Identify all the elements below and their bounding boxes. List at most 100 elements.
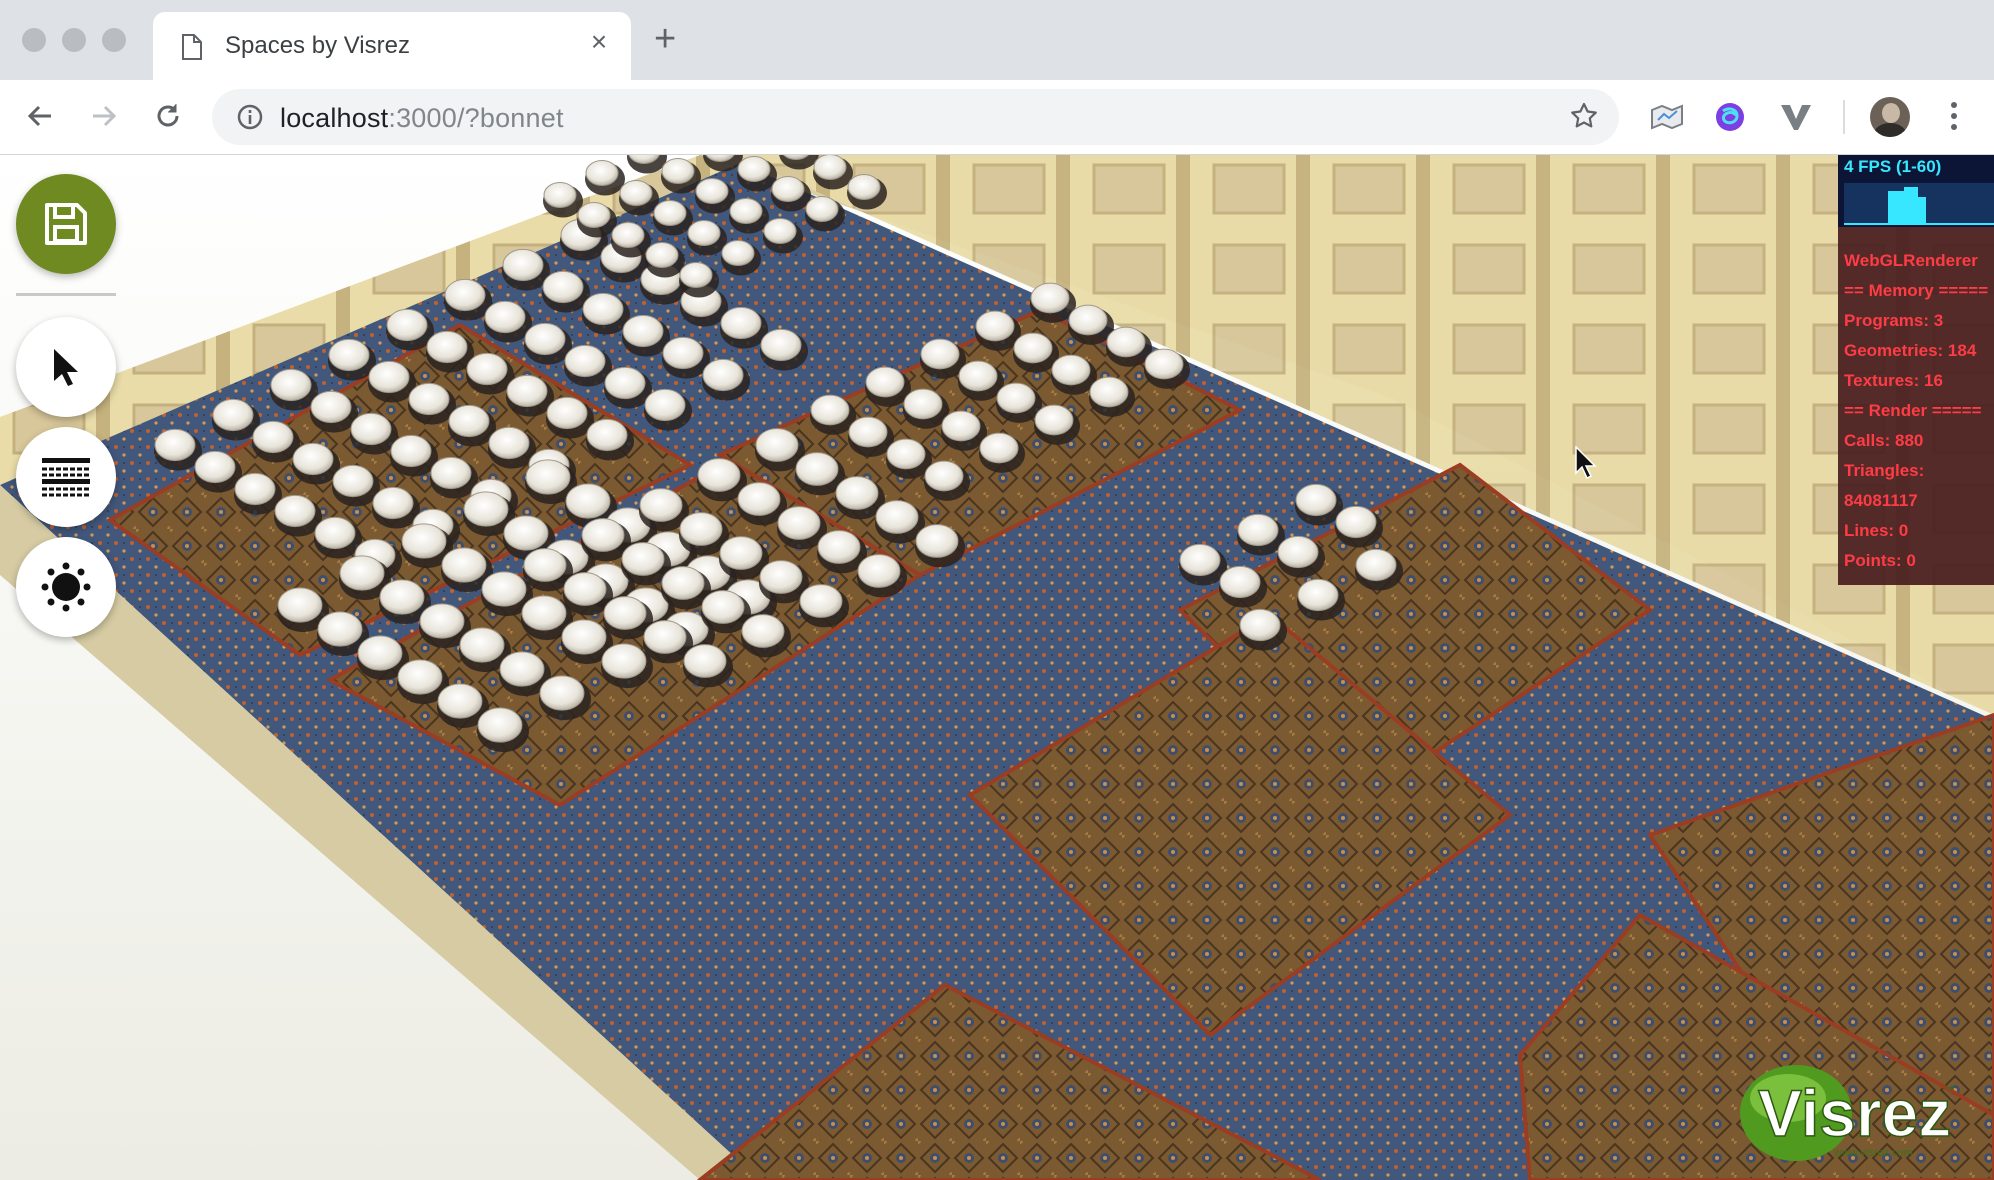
tab-title: Spaces by Visrez — [225, 32, 410, 59]
renderer-stats-panel[interactable]: 4 FPS (1-60) WebGLRenderer == Memory ===… — [1838, 155, 1994, 585]
banquet-table — [270, 368, 312, 402]
calls-stat: Calls: 880 — [1844, 431, 1924, 450]
banquet-table — [586, 418, 628, 452]
spectrum-extension-icon[interactable] — [1710, 97, 1750, 137]
banquet-table — [524, 322, 566, 356]
banquet-table — [683, 644, 727, 678]
banquet-table — [760, 328, 802, 362]
points-stat: Points: 0 — [1844, 551, 1916, 570]
banquet-table — [390, 434, 432, 468]
new-tab-button[interactable]: + — [654, 20, 676, 58]
select-tool-button[interactable] — [16, 317, 116, 417]
banquet-table — [477, 707, 523, 743]
banquet-table — [466, 352, 508, 386]
banquet-table — [542, 270, 584, 304]
banquet-table — [810, 394, 850, 426]
banquet-table — [1030, 282, 1070, 314]
3d-viewport[interactable]: 4 FPS (1-60) WebGLRenderer == Memory ===… — [0, 155, 1994, 1180]
banquet-table — [1277, 535, 1319, 569]
address-bar[interactable]: localhost:3000/?bonnet — [212, 89, 1619, 145]
reload-button[interactable] — [148, 96, 188, 136]
banquet-table — [1355, 548, 1397, 582]
logo-wordmark: Visrez — [1758, 1076, 1951, 1150]
tab-close-button[interactable]: × — [583, 28, 615, 56]
seating-layout-button[interactable] — [16, 427, 116, 527]
url-host: localhost — [280, 103, 389, 133]
banquet-table — [585, 160, 619, 186]
minimize-window-button[interactable] — [62, 28, 86, 52]
banquet-table — [702, 358, 744, 392]
banquet-table — [611, 222, 645, 248]
banquet-table — [763, 218, 797, 244]
banquet-table — [799, 584, 843, 618]
textures-stat: Textures: 16 — [1844, 371, 1943, 390]
banquet-table — [350, 412, 392, 446]
banquet-table — [813, 155, 847, 180]
toolbar-separator — [1843, 100, 1845, 134]
banquet-table — [737, 156, 771, 182]
logo-tm: ™ — [1943, 1083, 1955, 1097]
tab-strip: Spaces by Visrez × + — [0, 0, 1994, 80]
bookmark-star-icon[interactable] — [1569, 101, 1599, 136]
banquet-table — [996, 382, 1036, 414]
banquet-table — [661, 158, 695, 184]
banquet-table — [277, 587, 323, 623]
banquet-table — [687, 220, 721, 246]
banquet-table — [1034, 404, 1074, 436]
banquet-table — [1051, 354, 1091, 386]
banquet-table — [701, 590, 745, 624]
map-extension-icon[interactable] — [1647, 97, 1687, 137]
banquet-table — [1144, 348, 1184, 380]
back-button[interactable] — [20, 96, 60, 136]
url-text[interactable]: localhost:3000/?bonnet — [280, 103, 564, 134]
banquet-table — [662, 336, 704, 370]
banquet-table — [582, 292, 624, 326]
maximize-window-button[interactable] — [102, 28, 126, 52]
banquet-table — [310, 390, 352, 424]
banquet-table — [777, 506, 821, 540]
fps-graph — [1844, 183, 1994, 225]
visrez-logo: Visrez ™ www.visrez.com — [1740, 1065, 1955, 1161]
banquet-table — [372, 486, 414, 520]
banquet-table — [601, 643, 647, 679]
renderer-name: WebGLRenderer — [1844, 251, 1978, 270]
browser-tab[interactable]: Spaces by Visrez × — [153, 12, 631, 80]
banquet-table — [426, 330, 468, 364]
banquet-table — [661, 566, 705, 600]
banquet-table — [639, 488, 683, 522]
banquet-table — [332, 464, 374, 498]
close-window-button[interactable] — [22, 28, 46, 52]
banquet-table — [317, 611, 363, 647]
lighting-tool-button[interactable] — [16, 537, 116, 637]
banquet-table — [212, 398, 254, 432]
banquet-table — [154, 428, 196, 462]
banquet-table — [644, 388, 686, 422]
browser-menu-icon[interactable] — [1944, 96, 1964, 136]
banquet-table — [603, 596, 647, 630]
banquet-table — [1239, 608, 1281, 642]
save-button[interactable] — [16, 174, 116, 274]
banquet-table — [795, 452, 839, 486]
banquet-table — [1068, 304, 1108, 336]
banquet-table — [252, 420, 294, 454]
banquet-table — [408, 382, 450, 416]
banquet-table — [857, 554, 901, 588]
banquet-table — [314, 516, 356, 550]
banquet-table — [835, 476, 879, 510]
banquet-table — [759, 560, 803, 594]
banquet-table — [1295, 483, 1337, 517]
banquet-table — [719, 536, 763, 570]
banquet-table — [543, 182, 577, 208]
banquet-table — [1179, 543, 1221, 577]
ballroom-scene[interactable] — [0, 155, 1994, 1180]
site-info-icon[interactable] — [236, 103, 264, 136]
banquet-table — [920, 338, 960, 370]
forward-button[interactable] — [84, 96, 124, 136]
banquet-table — [194, 450, 236, 484]
banquet-table — [234, 472, 276, 506]
v-extension-icon[interactable] — [1776, 97, 1816, 137]
save-disk-icon — [45, 203, 87, 245]
banquet-table — [328, 338, 370, 372]
toolbar-divider — [16, 293, 116, 296]
profile-avatar[interactable] — [1870, 97, 1910, 137]
